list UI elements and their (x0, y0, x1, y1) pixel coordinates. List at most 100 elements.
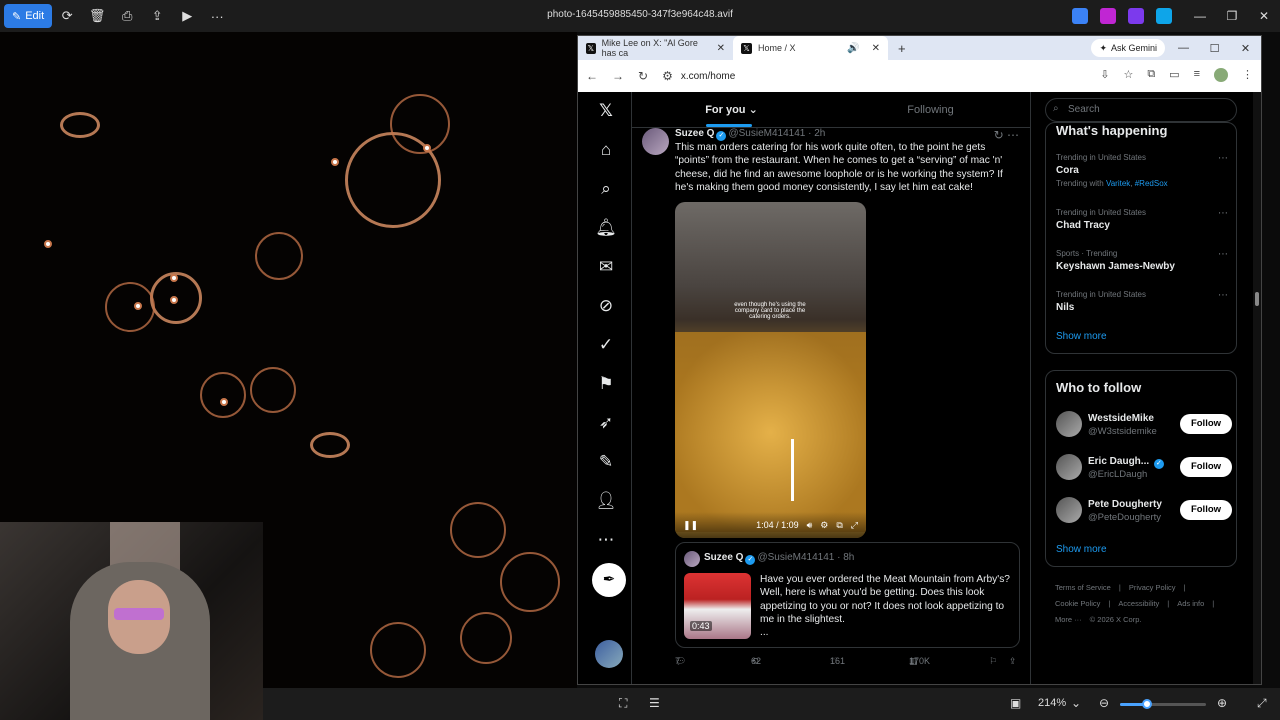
post-time[interactable]: · 2h (808, 128, 825, 139)
zoom-in-icon[interactable]: ⊕ (1217, 696, 1227, 710)
volume-icon[interactable]: 🔊︎ (807, 520, 813, 531)
home-icon[interactable]: ⌂ (595, 139, 617, 161)
install-icon[interactable]: ⇩ (1100, 68, 1109, 82)
avatar[interactable] (642, 128, 669, 155)
author-name[interactable]: Suzee Q (675, 128, 714, 139)
avatar[interactable] (1056, 411, 1082, 437)
rocket-icon[interactable]: ➶ (595, 412, 617, 434)
trend-with-link[interactable]: #RedSox (1135, 179, 1168, 188)
more-icon[interactable]: ⋯ (595, 529, 617, 551)
bookmark-icon[interactable]: ⚑ (595, 373, 617, 395)
avatar[interactable] (1056, 497, 1082, 523)
follow-button[interactable]: Follow (1180, 414, 1232, 434)
grok-icon[interactable]: ⊘ (595, 295, 617, 317)
trend-more-icon[interactable]: ⋯ (1218, 249, 1228, 260)
follow-suggestion[interactable]: Eric Daugh... ✓ @EricLDaugh Follow (1056, 454, 1232, 484)
close-tab-icon[interactable]: ✕ (717, 43, 725, 54)
reload-icon[interactable]: ↻ (638, 69, 648, 83)
follow-suggestion[interactable]: WestsideMike @W3stsidemike Follow (1056, 411, 1232, 441)
search-input[interactable]: Search (1045, 98, 1237, 122)
search-icon[interactable]: ⌕ (595, 178, 617, 200)
minimize-icon[interactable]: — (1168, 42, 1199, 54)
zoom-out-icon[interactable]: ⊖ (1099, 696, 1109, 710)
profile-icon[interactable]: 👤︎ (595, 490, 617, 512)
footer-link[interactable]: Cookie Policy (1055, 599, 1100, 608)
post-more-icon[interactable]: ↻ ⋯ (994, 128, 1019, 142)
follow-button[interactable]: Follow (1180, 457, 1232, 477)
follow-button[interactable]: Follow (1180, 500, 1232, 520)
print-icon[interactable]: ⎙ (112, 8, 142, 24)
show-more-follow[interactable]: Show more (1056, 544, 1107, 555)
trend-with-link[interactable]: Varitek (1106, 179, 1130, 188)
bookmark-star-icon[interactable]: ☆ (1123, 68, 1133, 82)
rotate-icon[interactable]: ⟳ (52, 8, 82, 24)
slideshow-icon[interactable]: ▶ (172, 8, 202, 24)
zoom-slider[interactable] (1120, 699, 1206, 709)
close-icon[interactable]: ✕ (1248, 9, 1280, 23)
app-icon-1[interactable] (1072, 8, 1088, 24)
trend-more-icon[interactable]: ⋯ (1218, 153, 1228, 164)
message-icon[interactable]: ✉ (595, 256, 617, 278)
settings-icon[interactable]: ⚙ (820, 520, 828, 531)
zoom-level[interactable]: 214% (1038, 697, 1066, 709)
extensions-icon[interactable]: ⧉ (1147, 68, 1155, 82)
expand-icon[interactable]: ⤢ (851, 520, 858, 531)
crop-icon[interactable]: ⛶ (619, 696, 627, 711)
close-tab-icon[interactable]: ✕ (872, 43, 880, 54)
quoted-post[interactable]: Suzee Q ✓ @SusieM414141 · 8h 0:43 Have you… (675, 542, 1020, 648)
profile-avatar[interactable] (1214, 68, 1228, 82)
x-logo-icon[interactable]: 𝕏 (595, 100, 617, 122)
tab-for-you[interactable]: For you ⌄ (632, 92, 831, 127)
follow-suggestion[interactable]: Pete Dougherty @PeteDougherty Follow (1056, 497, 1232, 527)
maximize-icon[interactable]: ☐ (1199, 42, 1230, 55)
tab-mike-lee[interactable]: 𝕏 Mike Lee on X: "Al Gore has ca ✕ (578, 36, 733, 60)
footer-link[interactable]: Privacy Policy (1129, 583, 1176, 592)
video-player[interactable]: even though he's using the company card … (675, 202, 866, 538)
post-button[interactable]: ✒ (592, 563, 626, 597)
tab-search-icon[interactable]: ≡ (1194, 68, 1200, 82)
edit-button[interactable]: ✎ Edit (4, 4, 53, 28)
text-scan-icon[interactable]: ☰ (649, 696, 660, 710)
show-more-trends[interactable]: Show more (1056, 331, 1107, 342)
url-field[interactable]: x.com/home (681, 71, 735, 82)
post[interactable]: Suzee Q ✓ @SusieM414141 · 2h ↻ ⋯ This man … (632, 128, 1031, 684)
pause-icon[interactable]: ❚❚ (683, 520, 698, 531)
ask-gemini-button[interactable]: ✦ Ask Gemini (1091, 39, 1165, 57)
forward-icon[interactable]: → (612, 69, 624, 83)
more-options-icon[interactable]: ··· (202, 9, 232, 24)
tab-home-x[interactable]: 𝕏 Home / X 🔊 ✕ (733, 36, 888, 60)
footer-link[interactable]: Accessibility (1118, 599, 1159, 608)
speaker-icon[interactable]: 🔊 (847, 43, 859, 54)
footer-link[interactable]: More ··· (1055, 615, 1082, 624)
tab-following[interactable]: Following (831, 92, 1030, 127)
trend-item[interactable]: Trending in United States Chad Tracy ⋯ (1056, 208, 1228, 231)
minimize-icon[interactable]: — (1184, 9, 1216, 23)
trend-item[interactable]: Sports · Trending Keyshawn James-Newby ⋯ (1056, 249, 1228, 272)
app-icon-4[interactable] (1156, 8, 1172, 24)
new-tab-icon[interactable]: + (898, 41, 906, 56)
delete-icon[interactable]: 🗑 (82, 8, 112, 24)
fit-icon[interactable]: ▣ (1010, 696, 1021, 710)
verified-orgs-icon[interactable]: ✓ (595, 334, 617, 356)
volume-slider[interactable] (791, 439, 794, 501)
app-icon-3[interactable] (1128, 8, 1144, 24)
note-icon[interactable]: ✎ (595, 451, 617, 473)
trend-more-icon[interactable]: ⋯ (1218, 208, 1228, 219)
site-info-icon[interactable]: ⚙ (662, 69, 673, 83)
menu-icon[interactable]: ⋮ (1242, 68, 1253, 82)
maximize-icon[interactable]: ❐ (1216, 9, 1248, 23)
fullscreen-icon[interactable]: ⤢ (1257, 696, 1267, 711)
pip-icon[interactable]: ⧉ (836, 520, 842, 531)
footer-link[interactable]: Ads info (1177, 599, 1204, 608)
trend-item[interactable]: Trending in United States Nils ⋯ (1056, 290, 1228, 313)
scrollbar-thumb[interactable] (1255, 292, 1259, 306)
bell-icon[interactable]: 🔔︎ (595, 217, 617, 239)
trend-more-icon[interactable]: ⋯ (1218, 290, 1228, 301)
trend-item[interactable]: Trending in United States Cora Trending … (1056, 153, 1228, 188)
scrollbar[interactable] (1253, 92, 1261, 684)
account-avatar[interactable] (595, 640, 623, 668)
zoom-slider-knob[interactable] (1142, 699, 1152, 709)
avatar[interactable] (1056, 454, 1082, 480)
back-icon[interactable]: ← (586, 69, 598, 83)
sidepanel-icon[interactable]: ▭ (1169, 68, 1179, 82)
